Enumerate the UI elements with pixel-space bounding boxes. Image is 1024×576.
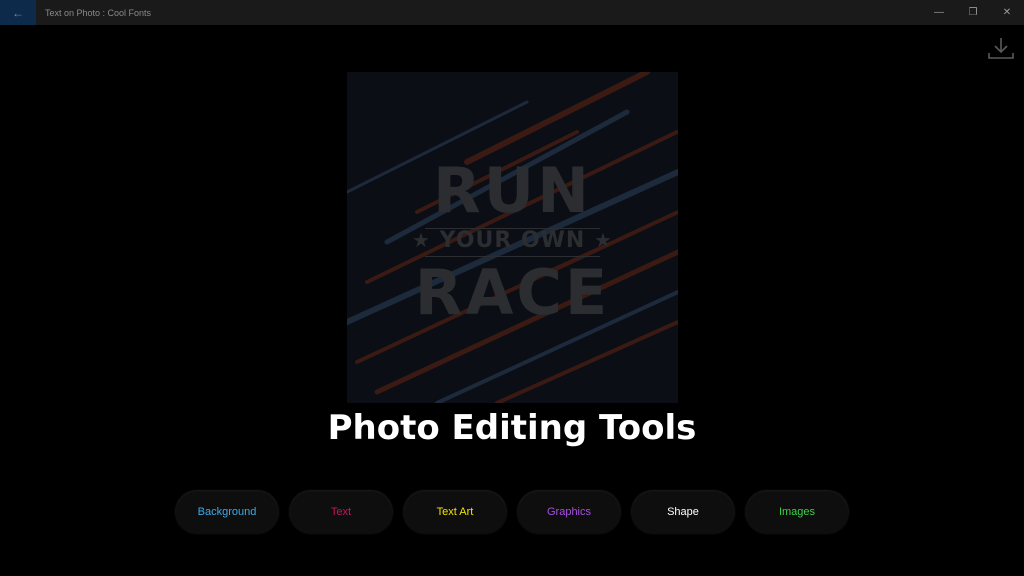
- maximize-icon: ❐: [968, 7, 978, 18]
- poster-image: RUN ★ YOUR OWN ★ RACE: [347, 72, 678, 403]
- minimize-button[interactable]: —: [922, 0, 956, 25]
- poster-line-race: RACE: [414, 256, 611, 329]
- close-button[interactable]: ✕: [990, 0, 1024, 25]
- images-button[interactable]: Images: [745, 490, 849, 534]
- back-arrow-icon: ←: [12, 5, 24, 20]
- app-window: ← Text on Photo : Cool Fonts — ❐ ✕ RUN ★…: [0, 0, 1024, 576]
- title-bar: ← Text on Photo : Cool Fonts — ❐ ✕: [0, 0, 1024, 25]
- tool-bar: Background Text Text Art Graphics Shape …: [175, 490, 849, 534]
- graphics-button[interactable]: Graphics: [517, 490, 621, 534]
- text-button[interactable]: Text: [289, 490, 393, 534]
- minimize-icon: —: [934, 7, 944, 18]
- close-icon: ✕: [1002, 7, 1012, 18]
- page-title: Photo Editing Tools: [327, 408, 697, 448]
- poster-line-run: RUN: [433, 154, 592, 227]
- star-icon: ★: [594, 228, 613, 252]
- star-icon: ★: [412, 228, 431, 252]
- back-button[interactable]: ←: [0, 0, 36, 25]
- poster-line-your-own: ★ YOUR OWN ★: [347, 228, 678, 253]
- download-button[interactable]: [986, 35, 1016, 63]
- window-controls: — ❐ ✕: [922, 0, 1024, 25]
- download-icon: [988, 38, 1014, 59]
- app-title: Text on Photo : Cool Fonts: [45, 7, 152, 18]
- maximize-button[interactable]: ❐: [956, 0, 990, 25]
- text-art-button[interactable]: Text Art: [403, 490, 507, 534]
- shape-button[interactable]: Shape: [631, 490, 735, 534]
- background-button[interactable]: Background: [175, 490, 279, 534]
- poster-line-your-own-text: YOUR OWN: [439, 228, 586, 253]
